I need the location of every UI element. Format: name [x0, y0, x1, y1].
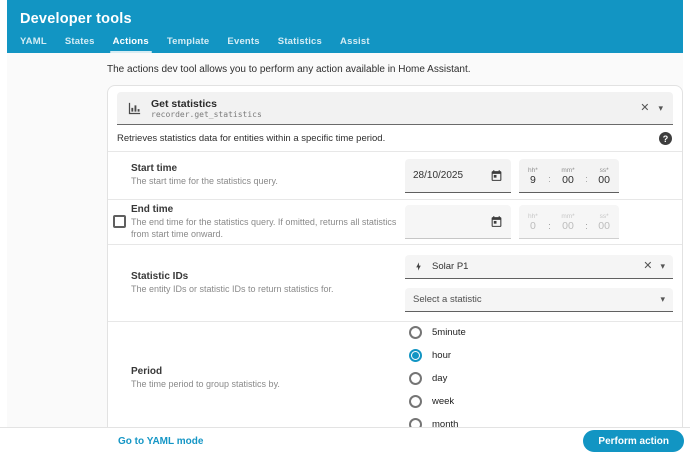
tab-yaml[interactable]: YAML: [11, 31, 56, 53]
bar-chart-icon: [127, 101, 142, 116]
statistic-select-input[interactable]: Select a statistic ▾: [405, 287, 673, 312]
statistic-ids-info: Statistic IDs The entity IDs or statisti…: [108, 271, 405, 295]
start-seconds-input[interactable]: ss* 00: [598, 166, 610, 187]
action-picker-text: Get statistics recorder.get_statistics: [151, 97, 631, 119]
period-row: Period The time period to group statisti…: [108, 321, 682, 427]
statistic-select-placeholder: Select a statistic: [413, 293, 482, 305]
action-name: Get statistics: [151, 97, 217, 110]
end-time-checkbox[interactable]: [113, 215, 126, 228]
radio-icon: [409, 394, 422, 408]
end-seconds-input: ss* 00: [598, 212, 610, 233]
period-info: Period The time period to group statisti…: [108, 366, 405, 390]
intro-text: The actions dev tool allows you to perfo…: [107, 64, 471, 75]
radio-5minute[interactable]: 5minute: [409, 325, 673, 339]
start-minutes-input[interactable]: mm* 00: [561, 166, 574, 187]
statistic-ids-description: The entity IDs or statistic IDs to retur…: [131, 283, 334, 294]
start-seconds-value: 00: [598, 173, 610, 186]
radio-hour-label: hour: [432, 349, 452, 361]
start-time-description: The start time for the statistics query.: [131, 176, 278, 187]
clear-statistic-icon[interactable]: ✕: [643, 260, 652, 272]
end-time-description: The end time for the statistics query. I…: [131, 217, 397, 239]
calendar-icon: [490, 215, 503, 228]
end-hours-input: hh* 0: [528, 212, 538, 233]
calendar-icon[interactable]: [490, 169, 503, 182]
tab-assist[interactable]: Assist: [331, 31, 379, 53]
page-title: Developer tools: [20, 11, 132, 27]
radio-week-label: week: [432, 395, 455, 407]
action-footer: Go to YAML mode Perform action: [0, 427, 690, 454]
start-time-label: Start time: [131, 163, 178, 175]
period-label: Period: [131, 365, 163, 377]
time-separator: :: [585, 174, 588, 184]
tab-states[interactable]: States: [56, 31, 104, 53]
time-separator: :: [548, 174, 551, 184]
end-seconds-value: 00: [598, 220, 610, 233]
app-header: Developer tools YAML States Actions Temp…: [7, 0, 683, 53]
radio-day[interactable]: day: [409, 371, 673, 385]
start-time-input-group: hh* 9 : mm* 00 : ss* 00: [519, 158, 619, 193]
main-content: The actions dev tool allows you to perfo…: [7, 53, 683, 427]
start-minutes-value: 00: [562, 173, 574, 186]
lightning-bolt-icon: [413, 261, 424, 272]
action-dropdown-caret-icon[interactable]: ▾: [658, 103, 663, 113]
tab-actions[interactable]: Actions: [104, 31, 158, 53]
end-hours-value: 0: [529, 220, 536, 233]
tab-statistics[interactable]: Statistics: [269, 31, 331, 53]
start-time-row: Start time The start time for the statis…: [108, 151, 682, 199]
period-description: The time period to group statistics by.: [131, 378, 280, 389]
radio-icon-selected: [409, 348, 422, 362]
end-date-input: [405, 205, 511, 239]
end-time-label: End time: [131, 204, 174, 216]
radio-week[interactable]: week: [409, 394, 673, 408]
time-separator: :: [548, 220, 551, 231]
tab-template[interactable]: Template: [158, 31, 219, 53]
time-separator: :: [585, 220, 588, 231]
start-hours-input[interactable]: hh* 9: [528, 166, 538, 187]
end-minutes-value: 00: [562, 220, 574, 233]
statistic-caret-icon[interactable]: ▾: [660, 261, 665, 271]
radio-icon: [409, 325, 422, 339]
start-hours-value: 9: [529, 173, 536, 186]
clear-action-icon[interactable]: ✕: [640, 102, 649, 114]
tab-events[interactable]: Events: [218, 31, 268, 53]
radio-icon: [409, 417, 422, 427]
radio-hour[interactable]: hour: [409, 348, 673, 362]
end-time-input-group: hh* 0 : mm* 00 : ss* 00: [519, 205, 619, 239]
start-time-info: Start time The start time for the statis…: [108, 163, 405, 187]
yaml-mode-link[interactable]: Go to YAML mode: [118, 436, 203, 447]
end-minutes-input: mm* 00: [561, 212, 574, 233]
radio-month-label: month: [432, 418, 459, 428]
tab-bar: YAML States Actions Template Events Stat…: [11, 31, 379, 53]
action-description: Retrieves statistics data for entities w…: [117, 133, 386, 144]
end-time-row: End time The end time for the statistics…: [108, 199, 682, 244]
statistic-selected-entity[interactable]: Solar P1 ✕ ▾: [405, 254, 673, 279]
radio-5minute-label: 5minute: [432, 326, 466, 338]
radio-day-label: day: [432, 372, 448, 384]
statistic-ids-row: Statistic IDs The entity IDs or statisti…: [108, 244, 682, 321]
action-card: Get statistics recorder.get_statistics ✕…: [107, 85, 683, 427]
radio-month[interactable]: month: [409, 417, 673, 427]
start-date-input[interactable]: 28/10/2025: [405, 158, 511, 193]
action-service-id: recorder.get_statistics: [151, 109, 262, 119]
help-icon[interactable]: ?: [659, 132, 672, 145]
end-time-info: End time The end time for the statistics…: [108, 204, 405, 240]
statistic-select-caret-icon[interactable]: ▾: [660, 294, 665, 304]
statistic-selected-value: Solar P1: [432, 260, 469, 272]
statistic-ids-label: Statistic IDs: [131, 270, 189, 282]
perform-action-button[interactable]: Perform action: [583, 430, 684, 452]
action-picker[interactable]: Get statistics recorder.get_statistics ✕…: [117, 92, 673, 125]
action-description-row: Retrieves statistics data for entities w…: [108, 125, 682, 151]
period-radio-group: 5minute hour day week month: [405, 325, 673, 427]
start-date-value: 28/10/2025: [413, 169, 464, 181]
radio-icon: [409, 371, 422, 385]
